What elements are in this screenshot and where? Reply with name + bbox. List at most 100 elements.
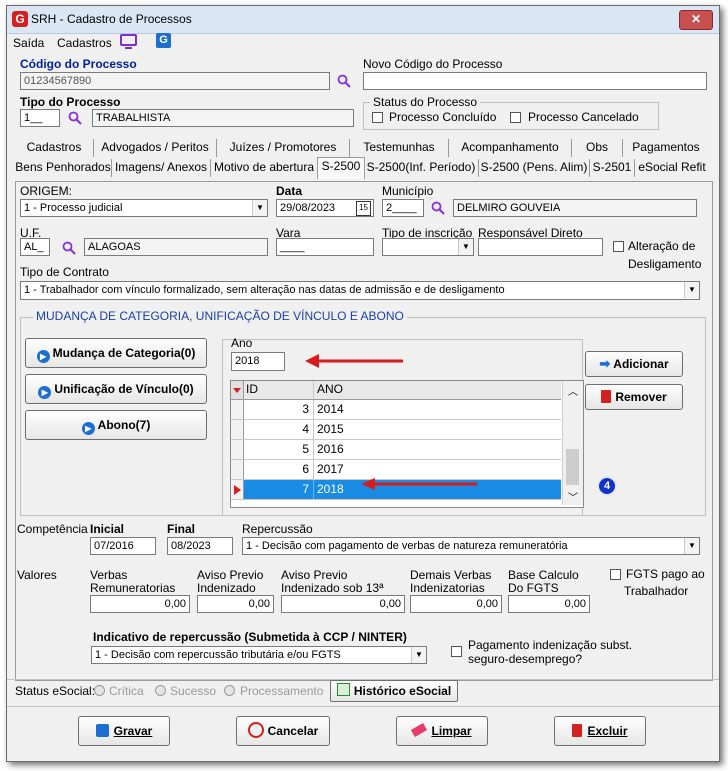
calendar-icon[interactable]: 15	[356, 201, 371, 216]
tab-motivo-abertura[interactable]: Motivo de abertura	[211, 159, 318, 177]
search-icon[interactable]	[68, 111, 82, 125]
indicativo-value: 1 - Decisão com repercussão tributária e…	[95, 649, 341, 661]
main-window: G SRH - Cadastro de Processos ✕ Saída Ca…	[6, 5, 720, 762]
base-label-1: Base Calculo	[508, 568, 579, 582]
demais-field[interactable]: 0,00	[410, 595, 502, 613]
grid-header-id[interactable]: ID	[244, 381, 314, 399]
table-row[interactable]: 4 2015	[231, 420, 561, 440]
base-field[interactable]: 0,00	[508, 595, 590, 613]
tab-bens-penhorados[interactable]: Bens Penhorados	[15, 159, 112, 177]
grid-scrollbar[interactable]: ︿ ﹀	[562, 381, 583, 505]
tab-s2501[interactable]: S-2501	[590, 159, 635, 177]
trash-icon	[601, 390, 612, 403]
unificacao-vinculo-button[interactable]: ▶ Unificação de Vínculo(0)	[25, 374, 207, 404]
tab-s2500-inf-periodo[interactable]: S-2500(Inf. Período)	[364, 159, 479, 177]
indicativo-select[interactable]: 1 - Decisão com repercussão tributária e…	[91, 646, 427, 664]
scroll-up-icon[interactable]: ︿	[568, 383, 578, 398]
excluir-button[interactable]: Excluir	[554, 716, 646, 746]
search-icon[interactable]	[62, 241, 76, 255]
inicial-field[interactable]: 07/2016	[90, 537, 156, 555]
vara-field[interactable]: ____	[276, 238, 374, 256]
tab-obs[interactable]: Obs	[572, 139, 623, 157]
menu-cadastros[interactable]: Cadastros	[57, 36, 112, 50]
tab-pagamentos[interactable]: Pagamentos	[623, 139, 709, 157]
repercussao-select[interactable]: 1 - Decisão com pagamento de verbas de n…	[242, 537, 700, 555]
grid-header: ID ANO	[231, 381, 561, 400]
gravar-button[interactable]: Gravar	[78, 716, 170, 746]
row-ano: 2015	[317, 422, 344, 436]
competencia-label: Competência	[17, 522, 88, 536]
monitor-icon[interactable]	[120, 34, 138, 50]
close-button[interactable]: ✕	[679, 10, 713, 30]
adicionar-button[interactable]: ➡ Adicionar	[585, 351, 683, 377]
valores-label: Valores	[17, 568, 57, 582]
table-row[interactable]: 3 2014	[231, 400, 561, 420]
novo-codigo-field[interactable]	[363, 72, 707, 90]
aviso13-label-1: Aviso Previo	[281, 568, 348, 582]
critica-radio[interactable]	[94, 685, 105, 696]
scroll-down-icon[interactable]: ﹀	[568, 489, 578, 504]
uf-code-field[interactable]: AL_	[20, 238, 50, 256]
codigo-processo-field[interactable]: 01234567890	[20, 72, 330, 90]
window-title: SRH - Cadastro de Processos	[31, 12, 192, 26]
processo-cancelado-checkbox[interactable]	[510, 112, 521, 123]
adicionar-label: Adicionar	[613, 357, 669, 371]
processamento-radio[interactable]	[224, 685, 235, 696]
tab-testemunhas[interactable]: Testemunhas	[350, 139, 449, 157]
tipo-processo-code-field[interactable]: 1__	[20, 109, 60, 127]
limpar-button[interactable]: Limpar	[396, 716, 488, 746]
data-field[interactable]: 29/08/2023 15	[276, 199, 374, 217]
play-icon: ▶	[81, 422, 95, 435]
origem-value: 1 - Processo judicial	[24, 202, 123, 214]
tab-s2500-pens-alim[interactable]: S-2500 (Pens. Alim)	[479, 159, 590, 177]
verbas-label-2: Remuneratorias	[90, 581, 176, 595]
tab-advogados[interactable]: Advogados / Peritos	[94, 139, 217, 157]
abono-button[interactable]: ▶ Abono(7)	[25, 410, 207, 440]
scroll-thumb[interactable]	[566, 449, 579, 485]
tab-cadastros[interactable]: Cadastros	[15, 139, 94, 157]
verbas-field[interactable]: 0,00	[90, 595, 190, 613]
tipo-contrato-value: 1 - Trabalhador com vínculo formalizado,…	[24, 284, 505, 296]
tab-imagens-anexos[interactable]: Imagens/ Anexos	[112, 159, 211, 177]
tab-esocial-refit[interactable]: eSocial Refit	[635, 159, 709, 177]
cancelar-button[interactable]: Cancelar	[236, 716, 330, 746]
aviso-label-1: Aviso Previo	[197, 568, 264, 582]
origem-select[interactable]: 1 - Processo judicial ▼	[20, 199, 268, 217]
grid-header-ano[interactable]: ANO	[315, 381, 563, 399]
tab-row-1: Cadastros Advogados / Peritos Juízes / P…	[7, 139, 719, 157]
table-row[interactable]: 5 2016	[231, 440, 561, 460]
app-logo-icon: G	[12, 11, 28, 27]
tipo-processo-label: Tipo do Processo	[20, 95, 121, 109]
final-field[interactable]: 08/2023	[167, 537, 233, 555]
history-icon	[336, 683, 350, 696]
processo-cancelado-label: Processo Cancelado	[528, 110, 639, 124]
tab-juizes[interactable]: Juízes / Promotores	[217, 139, 350, 157]
tab-acompanhamento[interactable]: Acompanhamento	[449, 139, 572, 157]
tab-s2500[interactable]: S-2500	[317, 157, 365, 179]
search-icon[interactable]	[431, 201, 445, 215]
sucesso-radio[interactable]	[155, 685, 166, 696]
eraser-icon	[411, 723, 428, 737]
alteracao-desligamento-checkbox[interactable]	[613, 241, 624, 252]
menu-saida[interactable]: Saída	[13, 36, 44, 50]
section-title: MUDANÇA DE CATEGORIA, UNIFICAÇÃO DE VÍNC…	[33, 309, 407, 323]
tipo-contrato-select[interactable]: 1 - Trabalhador com vínculo formalizado,…	[20, 281, 700, 300]
responsavel-field[interactable]	[478, 238, 603, 256]
ano-label: Ano	[231, 336, 253, 350]
aviso-field[interactable]: 0,00	[197, 595, 274, 613]
fgts-pago-checkbox[interactable]	[610, 569, 621, 580]
data-value: 29/08/2023	[280, 202, 336, 214]
pagamento-indenizacao-checkbox[interactable]	[451, 646, 462, 657]
search-icon[interactable]	[337, 74, 351, 88]
mudanca-categoria-button[interactable]: ▶ Mudança de Categoria(0)	[25, 338, 207, 368]
tipo-inscricao-select[interactable]: ▼	[382, 238, 474, 256]
app-shortcut-icon[interactable]: G	[156, 33, 171, 48]
remover-button[interactable]: Remover	[585, 384, 683, 410]
row-id: 4	[244, 420, 314, 439]
row-indicator	[231, 480, 244, 499]
aviso13-field[interactable]: 0,00	[281, 595, 405, 613]
processo-concluido-checkbox[interactable]	[372, 112, 383, 123]
historico-esocial-button[interactable]: Histórico eSocial	[330, 680, 458, 702]
municipio-code-field[interactable]: 2____	[382, 199, 424, 217]
ano-field[interactable]: 2018	[231, 352, 285, 371]
